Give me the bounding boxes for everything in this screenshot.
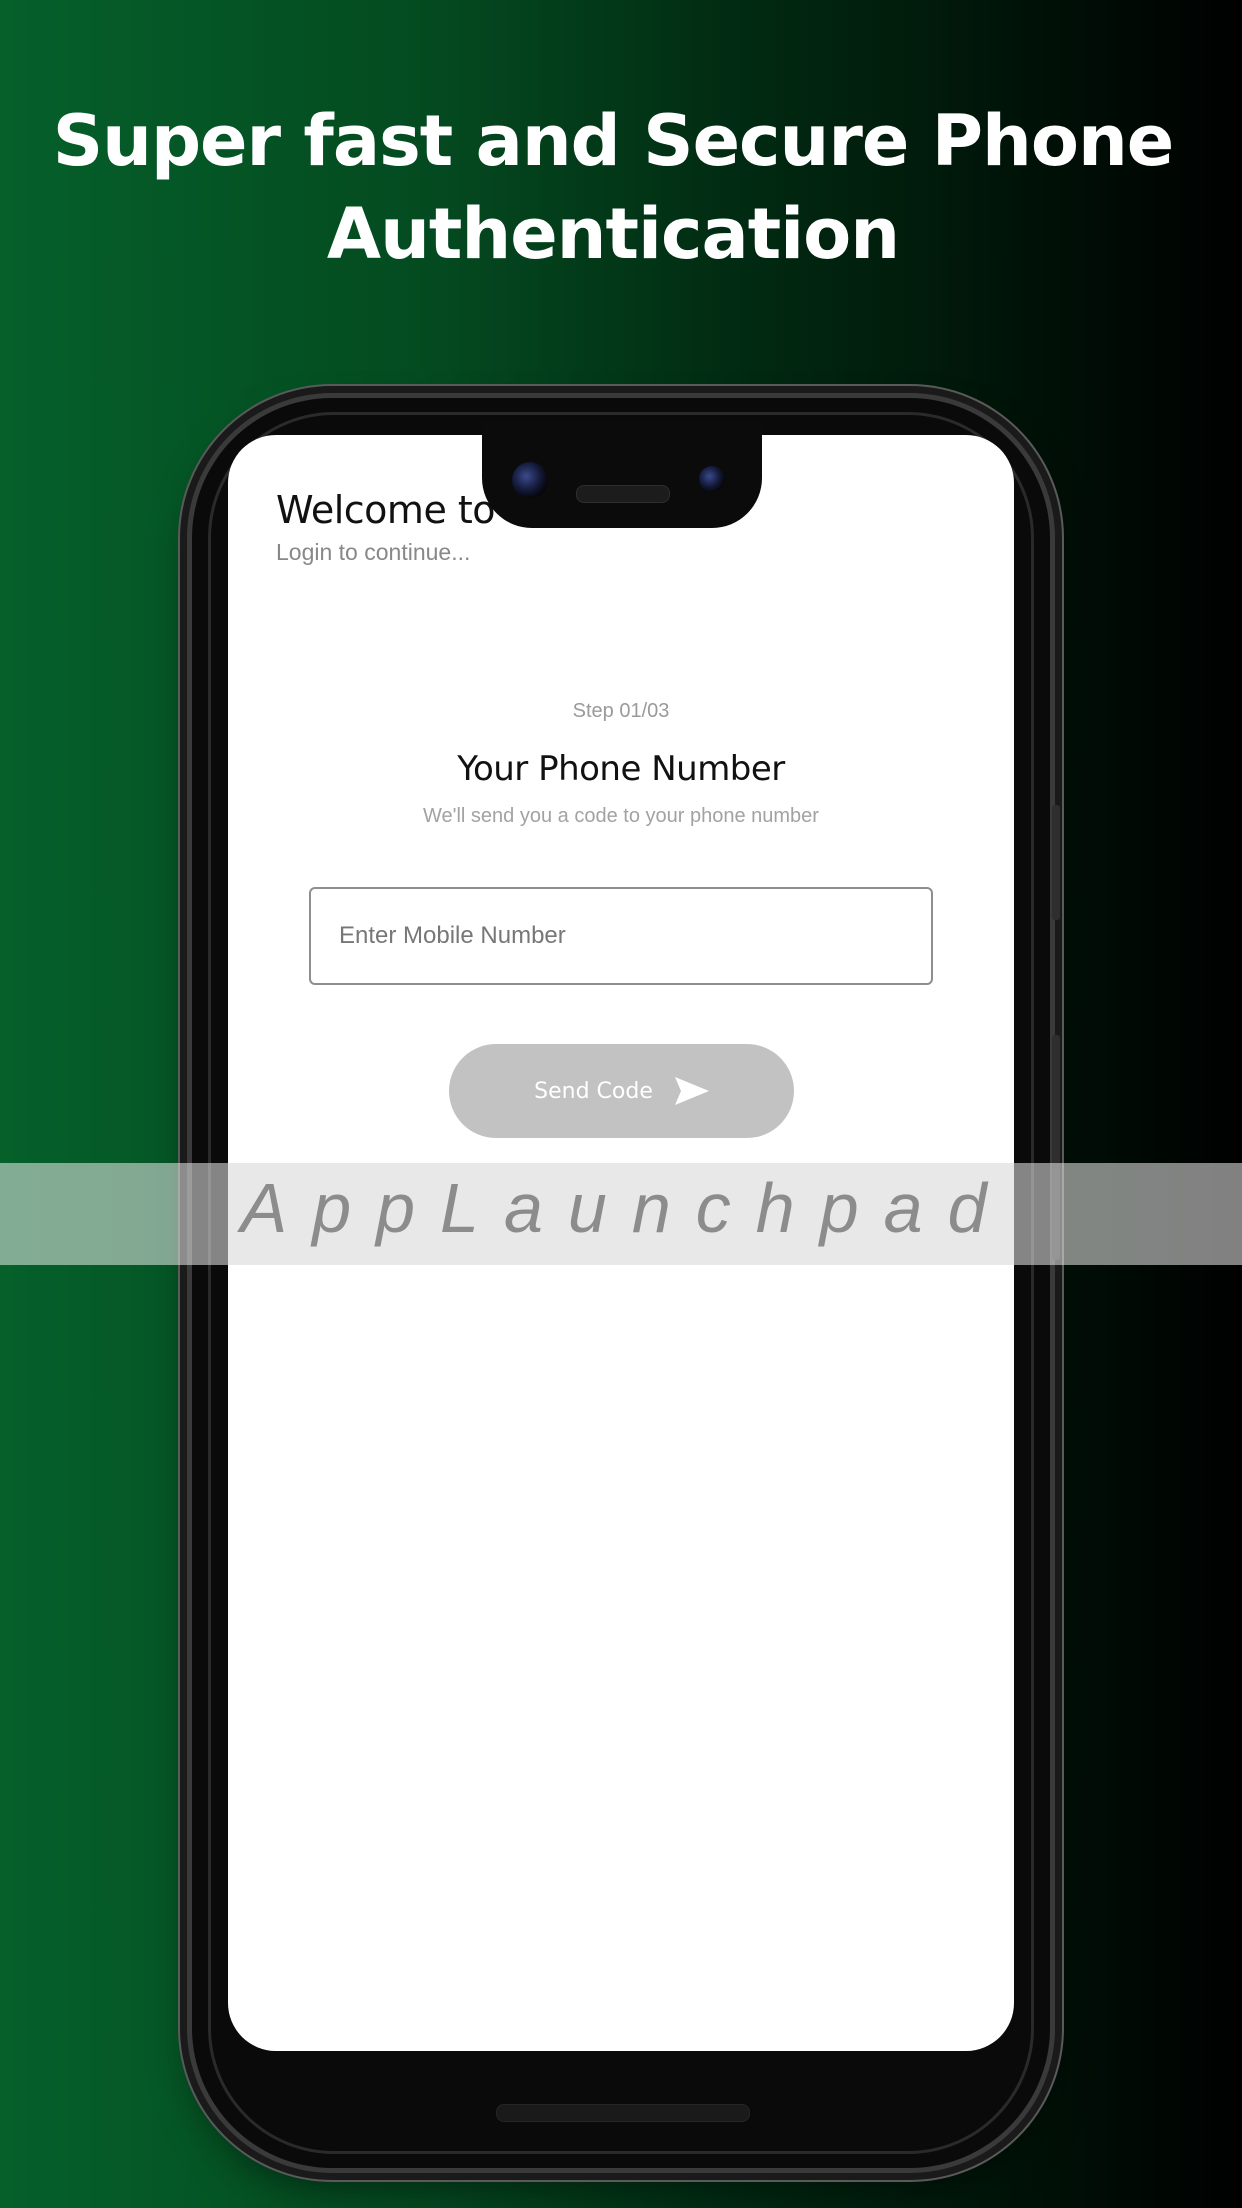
send-code-label: Send Code: [534, 1078, 653, 1104]
welcome-subtitle: Login to continue...: [276, 539, 471, 565]
front-camera-icon: [512, 462, 548, 498]
send-code-button[interactable]: Send Code: [449, 1044, 794, 1138]
mobile-number-input[interactable]: [309, 887, 933, 985]
phone-side-button: [1052, 805, 1060, 920]
phone-number-description: We'll send you a code to your phone numb…: [423, 805, 819, 827]
watermark-text: AppLaunchpad: [240, 1169, 1012, 1247]
bottom-speaker: [496, 2104, 750, 2122]
earpiece-speaker: [576, 485, 670, 503]
step-indicator: Step 01/03: [572, 700, 670, 722]
phone-number-heading: Your Phone Number: [457, 749, 785, 789]
send-icon: [673, 1075, 711, 1107]
sensor-icon: [699, 466, 725, 492]
promo-title: Super fast and Secure Phone Authenticati…: [52, 100, 1175, 275]
